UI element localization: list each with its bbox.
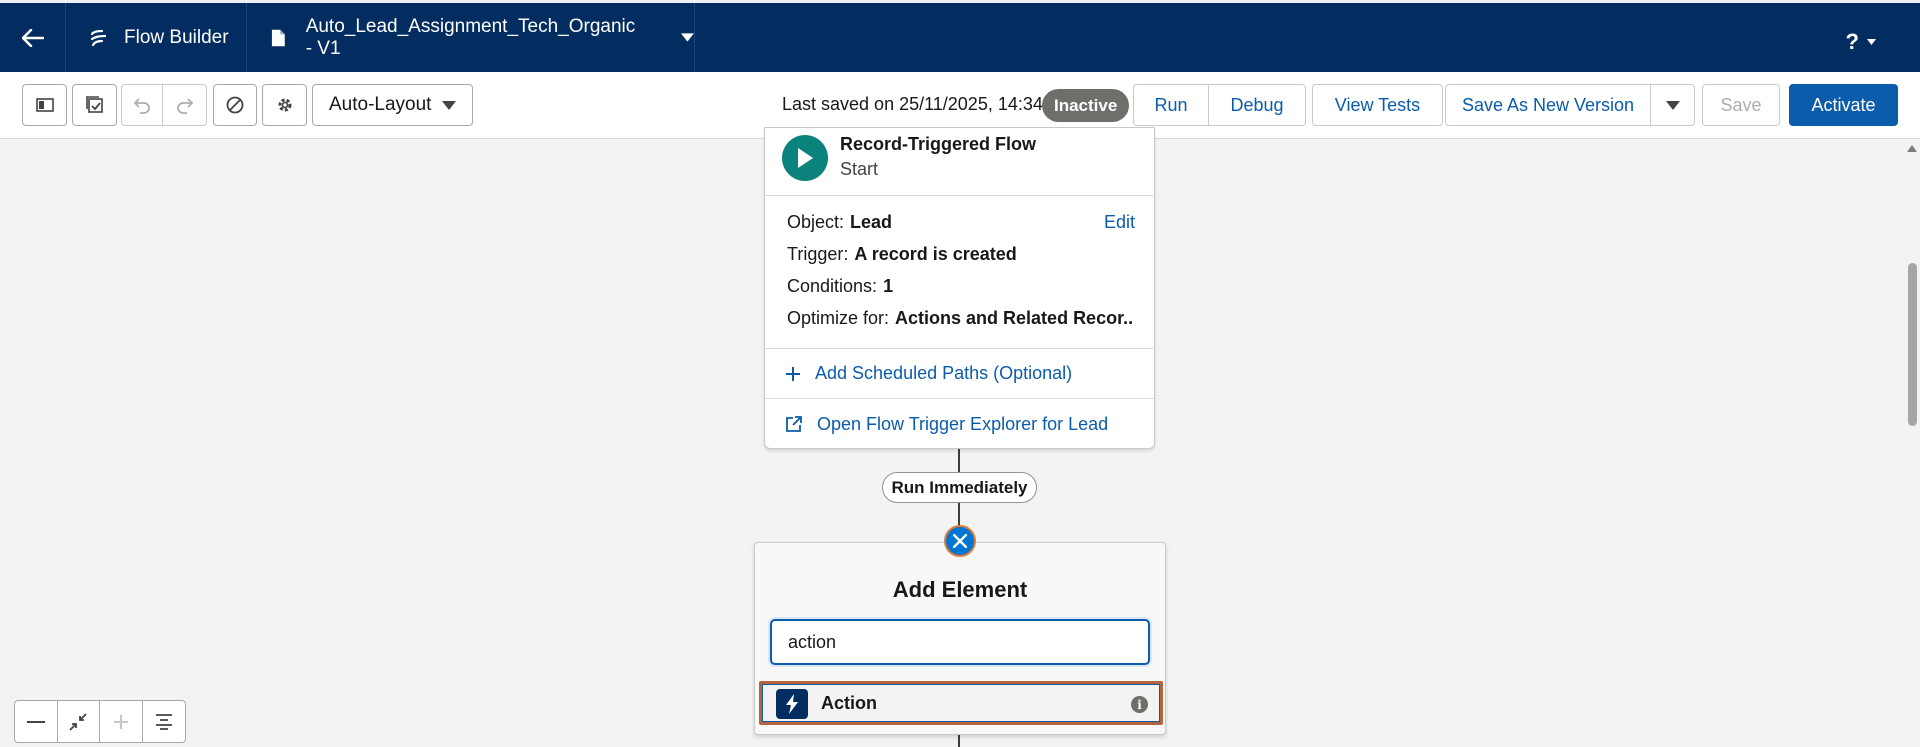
panel-icon: [35, 98, 54, 112]
add-scheduled-paths-link[interactable]: Add Scheduled Paths (Optional): [765, 349, 1154, 399]
add-element-title: Add Element: [892, 577, 1028, 602]
close-add-element-button[interactable]: [944, 525, 976, 557]
info-icon[interactable]: i: [1131, 696, 1148, 713]
flow-builder-icon: [90, 29, 107, 46]
align-center-icon: [155, 713, 172, 730]
detail-value: 1: [883, 276, 894, 296]
zoom-out-button[interactable]: [15, 701, 58, 742]
edit-start-link[interactable]: Edit: [1104, 212, 1135, 233]
file-icon: [271, 29, 285, 46]
back-button[interactable]: [0, 3, 66, 72]
debug-button[interactable]: Debug: [1208, 84, 1306, 126]
detail-label: Optimize for:: [787, 308, 890, 328]
deactivate-button[interactable]: [213, 84, 257, 126]
minus-icon: [26, 720, 45, 723]
last-saved-text: Last saved on 25/11/2025, 14:34: [782, 94, 1043, 114]
redo-icon: [176, 98, 193, 114]
close-icon: [953, 534, 967, 548]
view-tests-button[interactable]: View Tests: [1312, 84, 1443, 126]
add-element-panel: Add Element Action i: [754, 542, 1166, 735]
start-card-details: Object: Lead Trigger: A record is create…: [765, 196, 1154, 349]
save-as-new-version-button[interactable]: Save As New Version: [1445, 84, 1651, 126]
check-errors-button[interactable]: [72, 84, 117, 126]
help-icon: ?: [1845, 29, 1859, 54]
contract-icon: [69, 712, 87, 731]
detail-row-trigger: Trigger: A record is created: [787, 244, 1134, 276]
detail-row-optimize: Optimize for: Actions and Related Recor.…: [787, 308, 1134, 340]
detail-value: Lead: [850, 212, 893, 232]
redo-button[interactable]: [162, 84, 207, 126]
flow-settings-button[interactable]: [262, 84, 307, 126]
save-menu-button[interactable]: [1650, 84, 1695, 126]
fit-to-view-button[interactable]: [58, 701, 100, 742]
detail-value: A record is created: [854, 244, 1017, 264]
connector-line: [958, 735, 960, 747]
undo-button[interactable]: [121, 84, 163, 126]
detail-row-object: Object: Lead: [787, 212, 1134, 244]
search-result-action[interactable]: Action i: [759, 681, 1163, 725]
save-button[interactable]: Save: [1702, 84, 1780, 126]
external-link-icon: [786, 416, 802, 432]
connector-line: [958, 449, 960, 472]
help-menu[interactable]: ?: [1846, 29, 1876, 55]
zoom-in-button[interactable]: [100, 701, 143, 742]
undo-icon: [133, 98, 150, 114]
app-header: Flow Builder Auto_Lead_Assignment_Tech_O…: [0, 0, 1920, 72]
detail-value: Actions and Related Recor...: [895, 308, 1134, 328]
scrollbar-thumb[interactable]: [1908, 263, 1917, 426]
detail-label: Object:: [787, 212, 845, 232]
detail-label: Trigger:: [787, 244, 849, 264]
toggle-toolbox-button[interactable]: [22, 84, 67, 126]
result-label: Action: [821, 693, 877, 713]
plus-icon: [113, 714, 128, 729]
scroll-up-arrow-icon[interactable]: [1907, 145, 1917, 152]
start-card-header: Record-Triggered Flow Start: [765, 128, 1154, 196]
run-button[interactable]: Run: [1133, 84, 1209, 126]
zoom-controls: [14, 700, 186, 743]
app-name: Flow Builder: [124, 26, 229, 48]
play-icon: [782, 135, 828, 181]
checklist-icon: [85, 96, 103, 113]
chevron-down-icon: [681, 33, 694, 42]
open-trigger-explorer-link[interactable]: Open Flow Trigger Explorer for Lead: [765, 399, 1154, 449]
start-element-card[interactable]: Record-Triggered Flow Start Object: Lead…: [764, 127, 1155, 449]
open-trigger-explorer-label: Open Flow Trigger Explorer for Lead: [817, 413, 1109, 434]
back-arrow-icon: [21, 28, 44, 47]
vertical-scrollbar[interactable]: [1904, 139, 1920, 747]
status-badge: Inactive: [1042, 89, 1130, 122]
chevron-down-icon: [1867, 39, 1876, 45]
layout-mode-select[interactable]: Auto-Layout: [312, 84, 473, 126]
chevron-down-icon: [1665, 100, 1680, 110]
chevron-down-icon: [442, 100, 456, 110]
flow-version-selector[interactable]: Auto_Lead_Assignment_Tech_Organic - V1: [247, 3, 695, 72]
plus-icon: [786, 366, 800, 381]
start-card-title: Record-Triggered Flow: [840, 134, 1037, 154]
center-view-button[interactable]: [143, 701, 185, 742]
path-label-pill: Run Immediately: [882, 472, 1037, 503]
block-icon: [226, 96, 244, 114]
flow-name: Auto_Lead_Assignment_Tech_Organic - V1: [305, 15, 636, 59]
gear-icon: [278, 98, 291, 112]
detail-label: Conditions:: [787, 276, 878, 296]
activate-button[interactable]: Activate: [1789, 84, 1898, 126]
start-card-subtitle: Start: [840, 159, 879, 179]
lightning-icon: [776, 689, 808, 719]
detail-row-conditions: Conditions: 1: [787, 276, 1134, 308]
connector-line: [958, 503, 960, 527]
add-scheduled-paths-label: Add Scheduled Paths (Optional): [815, 363, 1073, 383]
element-search-input[interactable]: [770, 619, 1150, 665]
layout-mode-value: Auto-Layout: [329, 94, 432, 115]
flow-builder-brand: Flow Builder: [66, 3, 247, 72]
